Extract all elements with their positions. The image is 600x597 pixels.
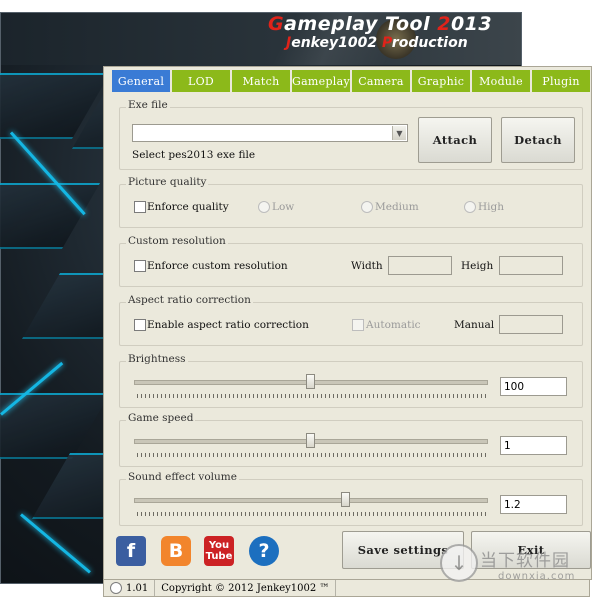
- quality-low-label: Low: [272, 201, 295, 213]
- chevron-down-icon[interactable]: ▼: [392, 126, 406, 140]
- exe-path-combo[interactable]: ▼: [132, 124, 408, 142]
- blogger-icon[interactable]: B: [161, 536, 191, 566]
- tab-module[interactable]: Module: [472, 70, 530, 92]
- brightness-value-field[interactable]: 100: [500, 377, 567, 396]
- game-speed-slider-thumb[interactable]: [306, 433, 315, 448]
- tab-graphic[interactable]: Graphic: [412, 70, 470, 92]
- quality-medium-label: Medium: [375, 201, 419, 213]
- group-title: Brightness: [126, 353, 188, 365]
- tab-camera[interactable]: Camera: [352, 70, 410, 92]
- sound-volume-slider-thumb[interactable]: [341, 492, 351, 507]
- app-title: Gameplay Tool 2013: [268, 13, 493, 35]
- enforce-resolution-label: Enforce custom resolution: [147, 260, 288, 272]
- exe-hint-label: Select pes2013 exe file: [132, 149, 256, 161]
- help-icon[interactable]: ?: [249, 536, 279, 566]
- brightness-slider-thumb[interactable]: [306, 374, 315, 389]
- watermark-cn: 当下软件园: [480, 551, 570, 571]
- facebook-icon[interactable]: f: [116, 536, 146, 566]
- enforce-quality-checkbox[interactable]: [134, 201, 146, 213]
- tab-plugin[interactable]: Plugin: [532, 70, 590, 92]
- group-title: Picture quality: [126, 176, 209, 188]
- settings-panel: General LOD Match Gameplay Camera Graphi…: [103, 66, 592, 580]
- app-stage: Gameplay Tool 2013 Jenkey1002 Production…: [0, 0, 600, 597]
- detach-button[interactable]: Detach: [501, 117, 575, 163]
- height-label: Heigh: [461, 260, 494, 272]
- aspect-ratio-checkbox[interactable]: [134, 319, 146, 331]
- version-segment: 1.01: [104, 580, 156, 596]
- tab-lod[interactable]: LOD: [172, 70, 230, 92]
- download-icon: ↓: [440, 544, 478, 582]
- app-subtitle: Jenkey1002 Production: [286, 35, 468, 51]
- enforce-resolution-checkbox[interactable]: [134, 260, 146, 272]
- tab-general[interactable]: General: [112, 70, 170, 92]
- sound-volume-ticks: [137, 512, 487, 516]
- group-title: Aspect ratio correction: [126, 294, 253, 306]
- automatic-checkbox[interactable]: [352, 319, 364, 331]
- quality-low-radio[interactable]: [258, 201, 270, 213]
- attach-button[interactable]: Attach: [418, 117, 492, 163]
- group-title: Custom resolution: [126, 235, 228, 247]
- tab-gameplay[interactable]: Gameplay: [292, 70, 350, 92]
- aspect-ratio-label: Enable aspect ratio correction: [147, 319, 309, 331]
- watermark-en: downxia.com: [498, 571, 576, 582]
- copyright-segment: Copyright © 2012 Jenkey1002 ™: [155, 580, 337, 596]
- width-label: Width: [351, 260, 383, 272]
- quality-high-label: High: [478, 201, 504, 213]
- tab-bar: General LOD Match Gameplay Camera Graphi…: [112, 70, 590, 92]
- quality-high-radio[interactable]: [464, 201, 476, 213]
- brightness-ticks: [137, 394, 487, 398]
- group-title: Game speed: [126, 412, 196, 424]
- sound-volume-slider-track[interactable]: [134, 498, 488, 503]
- manual-field[interactable]: [499, 315, 563, 334]
- game-speed-value-field[interactable]: 1: [500, 436, 567, 455]
- tab-match[interactable]: Match: [232, 70, 290, 92]
- enforce-quality-label: Enforce quality: [147, 201, 229, 213]
- youtube-icon[interactable]: You Tube: [204, 536, 234, 566]
- group-title: Sound effect volume: [126, 471, 239, 483]
- manual-label: Manual: [454, 319, 495, 331]
- watermark: ↓ 当下软件园 downxia.com: [440, 540, 600, 595]
- group-title: Exe file: [126, 99, 170, 111]
- game-speed-ticks: [137, 453, 487, 457]
- automatic-label: Automatic: [366, 319, 421, 331]
- sound-volume-value-field[interactable]: 1.2: [500, 495, 567, 514]
- width-field[interactable]: [388, 256, 452, 275]
- status-dot-icon: [110, 582, 122, 594]
- height-field[interactable]: [499, 256, 563, 275]
- quality-medium-radio[interactable]: [361, 201, 373, 213]
